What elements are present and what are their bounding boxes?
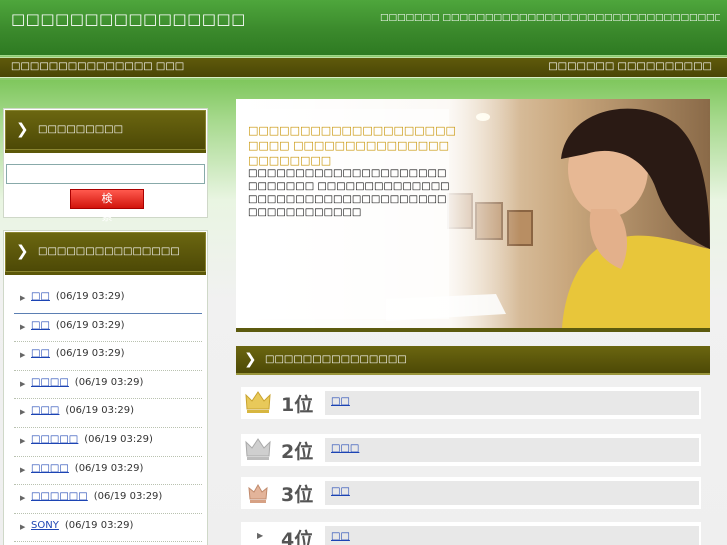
ranking-title: □□□□□□□□□□□□□□□ (265, 354, 407, 365)
news-link[interactable]: □□ (06/19 03:29) (31, 348, 125, 359)
chevron-right-icon: ❯ (244, 350, 257, 368)
ranking-item: 3位 □□ (241, 477, 701, 509)
ranking-header: ❯ □□□□□□□□□□□□□□□ (236, 346, 710, 375)
ranking-link[interactable]: □□ (331, 531, 350, 542)
bullet-icon: ▶ (20, 522, 26, 531)
bullet-icon: ▶ (20, 494, 26, 503)
rank-number: 1位 (281, 394, 314, 416)
news-link[interactable]: □□□□ (06/19 03:29) (31, 377, 143, 388)
arrow-icon: ▶ (257, 531, 264, 540)
list-item: ▶ SONY (06/19 03:29) (14, 514, 202, 543)
bullet-icon: ▶ (20, 408, 26, 417)
list-item: ▶ □□□□□□ (06/19 03:29) (14, 485, 202, 514)
list-item: ▶ □□ (06/19 03:29) (14, 342, 202, 371)
ranking-bar (325, 438, 699, 462)
list-item: ▶ □□□□□ (06/19 03:29) (14, 428, 202, 457)
nav-bar: □□□□□□□□□□□□□□□ □□□ □□□□□□□ □□□□□□□□□□ (0, 57, 727, 78)
bullet-icon: ▶ (20, 351, 26, 360)
list-item: ▶ □□ (06/19 03:29) (14, 314, 202, 343)
news-link[interactable]: SONY (06/19 03:29) (31, 520, 133, 531)
search-button[interactable]: 検 索 (70, 189, 144, 223)
news-link[interactable]: □□□□□ (06/19 03:29) (31, 434, 153, 445)
bullet-icon: ▶ (20, 322, 26, 331)
news-link[interactable]: □□□□□□ (06/19 03:29) (31, 491, 162, 502)
news-link[interactable]: □□ (06/19 03:29) (31, 291, 125, 302)
search-panel-header: ❯ □□□□□□□□□ (5, 110, 206, 153)
site-header: □□□□□□□□□□□□□□□□ □□□□□□□ □□□□□□□□□□□□□□□… (0, 0, 727, 56)
list-item: ▶ □□□ (06/19 03:29) (14, 399, 202, 428)
ranking-item: 2位 □□□ (241, 434, 701, 466)
list-item: ▶ □□ (06/19 03:29) (14, 285, 202, 314)
news-panel: ❯ □□□□□□□□□□□□□□□ ▶ □□ (06/19 03:29) ▶ □□ (0… (3, 230, 208, 545)
bullet-icon: ▶ (20, 436, 26, 445)
site-title[interactable]: □□□□□□□□□□□□□□□□ (11, 10, 246, 28)
ranking-item: 1位 □□ (241, 387, 701, 419)
nav-left-text[interactable]: □□□□□□□□□□□□□□□ □□□ (11, 61, 184, 72)
nav-right-text[interactable]: □□□□□□□ □□□□□□□□□□ (548, 61, 712, 72)
hero-heading: □□□□□□□□□□□□□□□□□□□□□□□□ □□□□□□□□□□□□□□□… (248, 124, 456, 167)
silver-crown-icon (245, 438, 271, 460)
ranking-link[interactable]: □□ (331, 486, 350, 497)
list-item: ▶ □□□□ (06/19 03:29) (14, 457, 202, 486)
hero-banner: □□□□□□□□□□□□□□□□□□□□□□□□ □□□□□□□□□□□□□□□… (236, 99, 710, 332)
search-panel-title: □□□□□□□□□ (38, 124, 124, 135)
ranking-link[interactable]: □□ (331, 396, 350, 407)
chevron-right-icon: ❯ (16, 120, 29, 138)
rank-number: 4位 (281, 529, 314, 545)
rank-number: 3位 (281, 484, 314, 506)
gold-crown-icon (245, 391, 271, 413)
news-link[interactable]: □□ (06/19 03:29) (31, 320, 125, 331)
site-description: □□□□□□□ □□□□□□□□□□□□□□□□□□□□□□□□□□□□□□□□… (380, 13, 720, 23)
news-link[interactable]: □□□ (06/19 03:29) (31, 405, 134, 416)
ranking-bar (325, 391, 699, 415)
news-list: ▶ □□ (06/19 03:29) ▶ □□ (06/19 03:29) ▶ □□ (06… (14, 285, 202, 543)
bronze-crown-icon (248, 483, 268, 503)
search-panel: ❯ □□□□□□□□□ 検 索 (3, 108, 208, 223)
ranking-bar (325, 526, 699, 545)
bullet-icon: ▶ (20, 379, 26, 388)
chevron-right-icon: ❯ (16, 242, 29, 260)
hero-body: □□□□□□□□□□□□□□□□□□□□□□□□□□□□ □□□□□□□□□□□… (248, 168, 450, 218)
ranking-bar (325, 481, 699, 505)
bullet-icon: ▶ (20, 294, 26, 302)
news-panel-title: □□□□□□□□□□□□□□□ (38, 246, 180, 257)
news-panel-header: ❯ □□□□□□□□□□□□□□□ (5, 232, 206, 275)
news-link[interactable]: □□□□ (06/19 03:29) (31, 463, 143, 474)
bullet-icon: ▶ (20, 465, 26, 474)
ranking-link[interactable]: □□□ (331, 443, 359, 454)
list-item: ▶ □□□□ (06/19 03:29) (14, 371, 202, 400)
search-input[interactable] (6, 164, 205, 184)
rank-number: 2位 (281, 441, 314, 463)
ranking-item: ▶ 4位 □□ (241, 522, 701, 545)
